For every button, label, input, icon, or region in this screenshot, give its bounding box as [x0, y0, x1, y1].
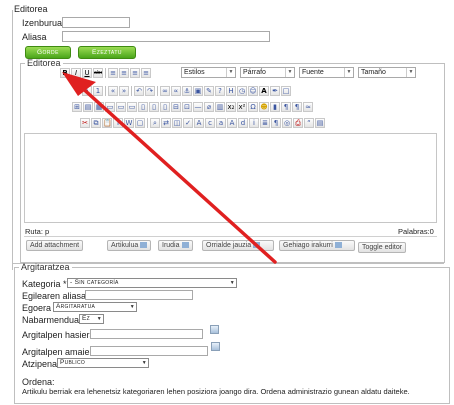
arrow-shaft	[78, 84, 277, 264]
arrow-head	[62, 72, 96, 96]
annotation-arrow	[62, 72, 277, 264]
